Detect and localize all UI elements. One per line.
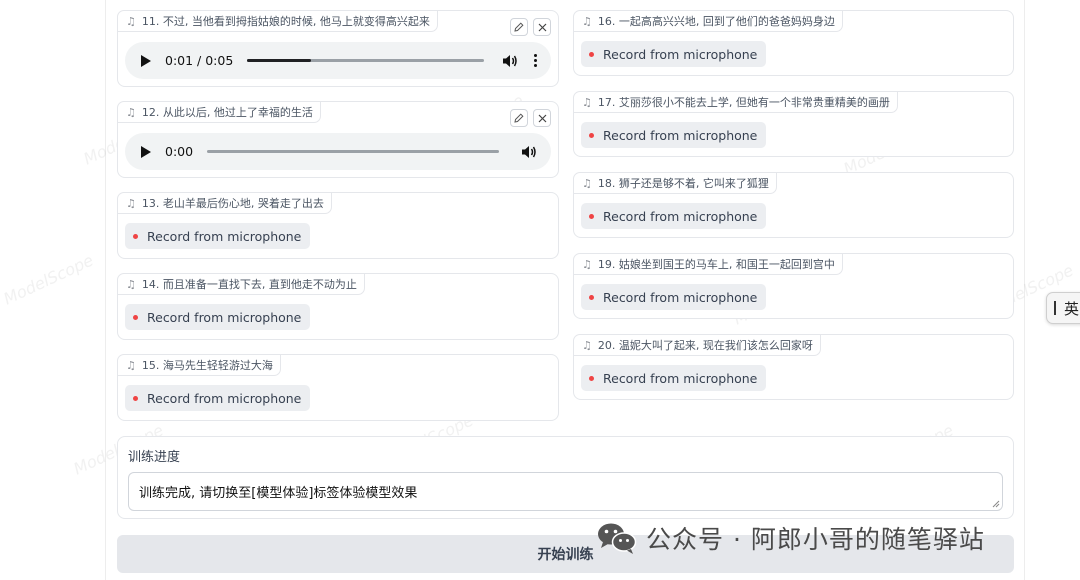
ime-language-label: 英 (1064, 299, 1080, 318)
audio-label: ♫ 11. 不过, 当他看到拇指姑娘的时候, 他马上就变得高兴起来 (117, 10, 438, 32)
training-progress-textbox[interactable]: 训练完成, 请切换至[模型体验]标签体验模型效果 (128, 472, 1003, 511)
record-dot-icon (133, 314, 138, 320)
audio-player: 0:00 (125, 133, 551, 170)
audio-label: ♫ 18. 狮子还是够不着, 它叫来了狐狸 (573, 172, 777, 194)
text-cursor-icon (1054, 301, 1056, 315)
audio-label-text: 15. 海马先生轻轻游过大海 (141, 359, 273, 372)
player-time: 0:01 / 0:05 (165, 53, 234, 68)
play-icon[interactable] (141, 145, 151, 158)
wechat-watermark-text: 公众号 · 阿郎小哥的随笔驿站 (646, 525, 985, 554)
volume-icon[interactable] (502, 54, 518, 68)
music-note-icon: ♫ (582, 257, 592, 271)
pencil-icon (514, 113, 524, 123)
watermark: ModelScope (0, 250, 97, 309)
record-dot-icon (589, 294, 594, 300)
audio-label-text: 14. 而且准备一直找下去, 直到他走不动为止 (141, 278, 357, 291)
audio-label: ♫ 12. 从此以后, 他过上了幸福的生活 (117, 101, 321, 123)
audio-block-19: ♫ 19. 姑娘坐到国王的马车上, 和国王一起回到宫中 Record from … (573, 253, 1014, 319)
music-note-icon: ♫ (126, 105, 136, 119)
music-note-icon: ♫ (126, 277, 136, 291)
audio-block-14: ♫ 14. 而且准备一直找下去, 直到他走不动为止 Record from mi… (117, 273, 559, 340)
record-button[interactable]: Record from microphone (125, 385, 311, 411)
music-note-icon: ♫ (582, 176, 592, 190)
audio-block-16: ♫ 16. 一起高高兴兴地, 回到了他们的爸爸妈妈身边 Record from … (573, 10, 1014, 76)
training-progress-value: 训练完成, 请切换至[模型体验]标签体验模型效果 (139, 486, 418, 501)
audio-label: ♫ 14. 而且准备一直找下去, 直到他走不动为止 (117, 273, 365, 295)
close-icon (538, 114, 546, 122)
record-dot-icon (133, 233, 138, 239)
resize-grip-icon[interactable] (992, 500, 1000, 508)
record-button-label: Record from microphone (147, 228, 302, 244)
audio-label: ♫ 20. 温妮大叫了起来, 现在我们该怎么回家呀 (573, 334, 821, 356)
seek-bar[interactable] (247, 59, 484, 62)
training-progress-label: 训练进度 (128, 450, 181, 465)
record-button-label: Record from microphone (603, 370, 758, 386)
audio-label: ♫ 17. 艾丽莎很小不能去上学, 但她有一个非常贵重精美的画册 (573, 91, 898, 113)
training-progress-block: 训练进度 训练完成, 请切换至[模型体验]标签体验模型效果 (117, 436, 1014, 519)
record-button[interactable]: Record from microphone (125, 304, 311, 330)
record-dot-icon (589, 213, 594, 219)
audio-label: ♫ 19. 姑娘坐到国王的马车上, 和国王一起回到宫中 (573, 253, 843, 275)
audio-label-text: 17. 艾丽莎很小不能去上学, 但她有一个非常贵重精美的画册 (597, 96, 890, 109)
ime-toolbar[interactable]: 英 (1046, 292, 1080, 324)
record-dot-icon (589, 375, 594, 381)
record-button-label: Record from microphone (603, 208, 758, 224)
close-icon (538, 23, 546, 31)
audio-block-20: ♫ 20. 温妮大叫了起来, 现在我们该怎么回家呀 Record from mi… (573, 334, 1014, 400)
record-button-label: Record from microphone (147, 309, 302, 325)
audio-block-17: ♫ 17. 艾丽莎很小不能去上学, 但她有一个非常贵重精美的画册 Record … (573, 91, 1014, 157)
record-button-label: Record from microphone (147, 390, 302, 406)
music-note-icon: ♫ (126, 196, 136, 210)
audio-block-18: ♫ 18. 狮子还是够不着, 它叫来了狐狸 Record from microp… (573, 172, 1014, 238)
record-button[interactable]: Record from microphone (581, 365, 767, 391)
audio-label-text: 13. 老山羊最后伤心地, 哭着走了出去 (141, 197, 324, 210)
music-note-icon: ♫ (582, 95, 592, 109)
seek-bar[interactable] (207, 150, 499, 153)
record-dot-icon (589, 132, 594, 138)
audio-label-text: 19. 姑娘坐到国王的马车上, 和国王一起回到宫中 (597, 258, 835, 271)
audio-label-text: 18. 狮子还是够不着, 它叫来了狐狸 (597, 177, 769, 190)
audio-label-text: 12. 从此以后, 他过上了幸福的生活 (141, 106, 313, 119)
music-note-icon: ♫ (126, 358, 136, 372)
record-button-label: Record from microphone (603, 127, 758, 143)
audio-label: ♫ 13. 老山羊最后伤心地, 哭着走了出去 (117, 192, 332, 214)
edit-button[interactable] (510, 18, 528, 36)
record-button[interactable]: Record from microphone (581, 203, 767, 229)
wechat-icon (598, 523, 637, 554)
audio-label-text: 11. 不过, 当他看到拇指姑娘的时候, 他马上就变得高兴起来 (141, 15, 430, 28)
audio-label: ♫ 16. 一起高高兴兴地, 回到了他们的爸爸妈妈身边 (573, 10, 843, 32)
audio-label: ♫ 15. 海马先生轻轻游过大海 (117, 354, 281, 376)
music-note-icon: ♫ (126, 14, 136, 28)
audio-player: 0:01 / 0:05 (125, 42, 551, 79)
record-dot-icon (589, 51, 594, 57)
play-icon[interactable] (141, 54, 151, 67)
audio-block-12: ♫ 12. 从此以后, 他过上了幸福的生活 0:00 (117, 101, 559, 178)
record-button-label: Record from microphone (603, 289, 758, 305)
record-button-label: Record from microphone (603, 46, 758, 62)
audio-label-text: 20. 温妮大叫了起来, 现在我们该怎么回家呀 (597, 339, 813, 352)
audio-label-text: 16. 一起高高兴兴地, 回到了他们的爸爸妈妈身边 (597, 15, 835, 28)
clear-button[interactable] (533, 109, 551, 127)
volume-icon[interactable] (521, 145, 537, 159)
record-button[interactable]: Record from microphone (581, 122, 767, 148)
audio-block-11: ♫ 11. 不过, 当他看到拇指姑娘的时候, 他马上就变得高兴起来 0:01 /… (117, 10, 559, 87)
record-dot-icon (133, 395, 138, 401)
edit-button[interactable] (510, 109, 528, 127)
music-note-icon: ♫ (582, 338, 592, 352)
clear-button[interactable] (533, 18, 551, 36)
wechat-watermark: 公众号 · 阿郎小哥的随笔驿站 (596, 520, 985, 556)
more-options-icon[interactable] (534, 54, 537, 67)
music-note-icon: ♫ (582, 14, 592, 28)
pencil-icon (514, 22, 524, 32)
audio-block-13: ♫ 13. 老山羊最后伤心地, 哭着走了出去 Record from micro… (117, 192, 559, 259)
start-training-label: 开始训练 (537, 547, 594, 563)
audio-block-15: ♫ 15. 海马先生轻轻游过大海 Record from microphone (117, 354, 559, 421)
record-button[interactable]: Record from microphone (125, 223, 311, 249)
seek-fill (247, 59, 312, 62)
record-button[interactable]: Record from microphone (581, 284, 767, 310)
record-button[interactable]: Record from microphone (581, 41, 767, 67)
player-time: 0:00 (165, 144, 194, 159)
